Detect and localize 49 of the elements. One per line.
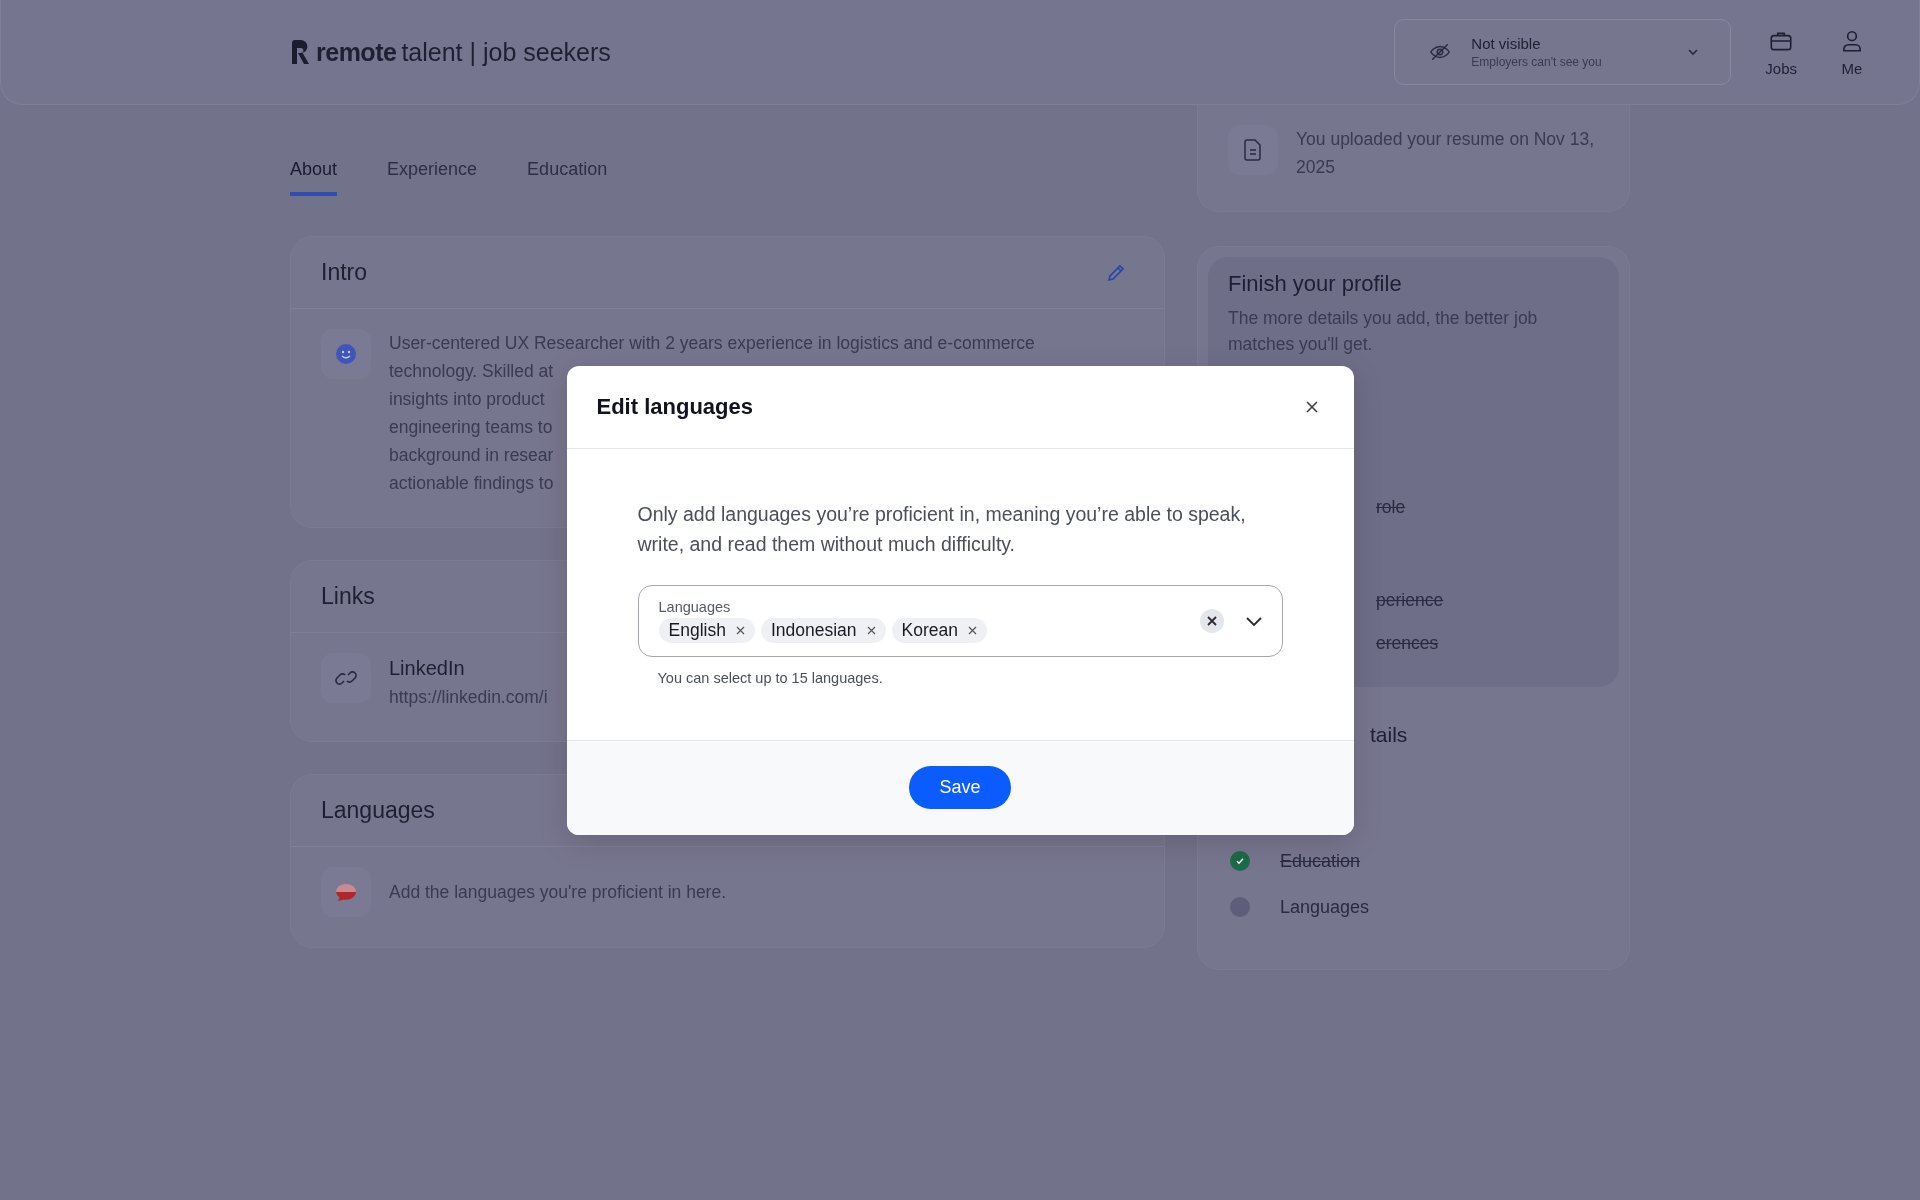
checklist-item[interactable]: Languages [1280,896,1370,918]
link-icon [321,653,371,703]
intro-text: engineering teams to [389,416,553,439]
logo-icon [289,39,311,65]
checklist-item[interactable]: Education [1280,850,1361,872]
clear-icon[interactable] [1199,608,1224,633]
language-chip[interactable]: English [658,617,755,643]
logo-brand: remote [316,37,397,67]
visibility-dropdown[interactable]: Not visible Employers can't see you [1394,19,1732,85]
intro-text: actionable findings to [389,472,554,495]
remove-icon[interactable] [968,625,977,635]
profile-title: Finish your profile [1228,271,1403,297]
helper-text: You can select up to 15 languages. [657,669,884,686]
smiley-icon [321,329,371,379]
tab[interactable]: About [290,151,338,196]
dialog-title: Edit languages [596,393,753,420]
field-label: Languages [658,598,732,615]
card-title: Links [321,583,375,610]
visibility-title: Not visible [1471,35,1541,52]
intro-text: insights into product [389,388,545,411]
visibility-subtitle: Employers can't see you [1471,55,1602,69]
remove-icon[interactable] [735,625,745,635]
eye-off-icon [1429,41,1452,63]
intro-text: technology. Skilled at [389,360,554,383]
card-title: Intro [321,259,368,286]
dialog-description: Only add languages you’re proficient in, meaning you’re able to speak, write, and read them without much difficulty. [637,501,1247,557]
save-button[interactable]: Save [909,766,1011,809]
resume-text: You uploaded your resume on Nov 13, 2025 [1296,128,1596,179]
chip-label: Indonesian [770,619,857,641]
nav-button[interactable]: Jobs [1757,27,1805,77]
logo-tagline: talent | job seekers [401,37,611,67]
card-title: Languages [321,797,435,824]
nav-button[interactable]: Me [1831,27,1873,77]
section-title: tails [1369,722,1409,747]
tab[interactable]: Experience [387,151,478,196]
chip-label: English [668,619,726,641]
languages-field[interactable]: Languages English Indonesian Korean [637,584,1283,657]
language-chip[interactable]: Indonesian [760,617,886,643]
chip-label: Korean [901,619,958,641]
intro-text: background in resear [389,444,554,467]
link-url[interactable]: https://linkedin.com/i [389,683,548,711]
remove-icon[interactable] [866,625,876,635]
language-chip[interactable]: Korean [891,617,987,643]
tab[interactable]: Education [527,151,608,196]
intro-text: User-centered UX Researcher with 2 years experience in logistics and e-commerce [389,332,1035,355]
languages-empty-text: Add the languages you're proficient in here. [389,881,727,904]
link-name: LinkedIn [389,656,465,681]
speech-bubble-icon [321,867,371,917]
document-icon [1228,125,1278,175]
